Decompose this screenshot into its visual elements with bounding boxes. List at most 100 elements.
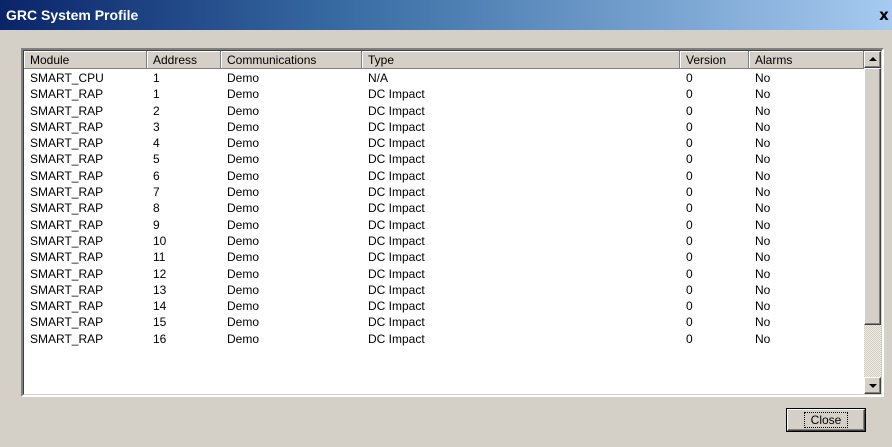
table-row[interactable]: SMART_RAP 3 Demo DC Impact 0 No <box>24 119 864 135</box>
cell-communications: Demo <box>227 71 260 85</box>
cell-alarms: No <box>755 103 771 118</box>
cell-alarms: No <box>755 185 771 200</box>
table-row[interactable]: SMART_RAP 15 Demo DC Impact 0 No <box>24 314 864 330</box>
cell-type: DC Impact <box>368 315 425 330</box>
cell-version: 0 <box>686 152 693 167</box>
cell-version: 0 <box>686 266 693 281</box>
cell-address: 3 <box>153 119 160 134</box>
cell-module: SMART_RAP <box>30 282 104 297</box>
scroll-thumb[interactable] <box>864 68 881 325</box>
column-header-alarms[interactable]: Alarms <box>749 51 864 69</box>
module-list[interactable]: Module Address Communications Type Version Al… <box>21 48 884 397</box>
cell-type: DC Impact <box>368 119 425 134</box>
cell-type: DC Impact <box>368 168 425 183</box>
cell-alarms: No <box>755 217 771 232</box>
table-row[interactable]: SMART_RAP 7 Demo DC Impact 0 No <box>24 184 864 200</box>
cell-alarms: No <box>755 168 771 183</box>
cell-address: 7 <box>153 185 160 200</box>
cell-alarms: No <box>755 87 771 102</box>
cell-alarms: No <box>755 266 771 281</box>
cell-alarms: No <box>755 233 771 248</box>
cell-module: SMART_RAP <box>30 152 104 167</box>
cell-type: DC Impact <box>368 233 425 248</box>
cell-version: 0 <box>686 217 693 232</box>
close-icon[interactable]: x <box>876 6 892 24</box>
cell-module: SMART_RAP <box>30 87 104 102</box>
table-row[interactable]: SMART_RAP 6 Demo DC Impact 0 No <box>24 168 864 184</box>
cell-alarms: No <box>755 315 771 330</box>
column-header-module[interactable]: Module <box>24 51 147 69</box>
cell-module: SMART_RAP <box>30 331 104 346</box>
cell-address: 6 <box>153 168 160 183</box>
cell-communications: Demo <box>227 299 260 314</box>
table-row[interactable]: SMART_RAP 8 Demo DC Impact 0 No <box>24 200 864 216</box>
cell-address: 12 <box>153 266 167 281</box>
column-header-version[interactable]: Version <box>680 51 749 69</box>
cell-module: SMART_RAP <box>30 119 104 134</box>
vertical-scrollbar[interactable] <box>864 51 881 394</box>
cell-version: 0 <box>686 201 693 216</box>
table-row[interactable]: SMART_RAP 4 Demo DC Impact 0 No <box>24 135 864 151</box>
cell-module: SMART_RAP <box>30 266 104 281</box>
cell-address: 9 <box>153 217 160 232</box>
cell-address: 5 <box>153 152 160 167</box>
cell-address: 2 <box>153 103 160 118</box>
cell-module: SMART_RAP <box>30 185 104 200</box>
cell-module: SMART_RAP <box>30 315 104 330</box>
table-row[interactable]: SMART_RAP 5 Demo DC Impact 0 No <box>24 151 864 167</box>
cell-type: DC Impact <box>368 250 425 265</box>
cell-type: N/A <box>368 71 389 85</box>
cell-communications: Demo <box>227 87 260 102</box>
table-row[interactable]: SMART_CPU 1 Demo N/A 0 No <box>24 70 864 86</box>
cell-type: DC Impact <box>368 152 425 167</box>
table-row[interactable]: SMART_RAP 13 Demo DC Impact 0 No <box>24 282 864 298</box>
cell-version: 0 <box>686 299 693 314</box>
cell-communications: Demo <box>227 136 260 151</box>
cell-version: 0 <box>686 250 693 265</box>
cell-communications: Demo <box>227 266 260 281</box>
cell-address: 10 <box>153 233 167 248</box>
table-row[interactable]: SMART_RAP 11 Demo DC Impact 0 No <box>24 249 864 265</box>
table-row[interactable]: SMART_RAP 1 Demo DC Impact 0 No <box>24 86 864 102</box>
cell-type: DC Impact <box>368 299 425 314</box>
column-header-address[interactable]: Address <box>147 51 221 69</box>
cell-type: DC Impact <box>368 217 425 232</box>
scroll-down-button[interactable] <box>864 377 881 394</box>
arrow-up-icon <box>869 57 877 61</box>
close-button-label: Close <box>803 412 849 428</box>
cell-address: 1 <box>153 71 160 85</box>
cell-address: 11 <box>153 250 166 265</box>
cell-communications: Demo <box>227 315 260 330</box>
table-row[interactable]: SMART_RAP 16 Demo DC Impact 0 No <box>24 331 864 347</box>
cell-version: 0 <box>686 185 693 200</box>
cell-module: SMART_RAP <box>30 136 104 151</box>
cell-communications: Demo <box>227 119 260 134</box>
cell-alarms: No <box>755 71 771 85</box>
cell-version: 0 <box>686 103 693 118</box>
column-header-type[interactable]: Type <box>362 51 680 69</box>
cell-communications: Demo <box>227 282 260 297</box>
cell-version: 0 <box>686 119 693 134</box>
table-row[interactable]: SMART_RAP 12 Demo DC Impact 0 No <box>24 266 864 282</box>
cell-version: 0 <box>686 136 693 151</box>
cell-alarms: No <box>755 299 771 314</box>
table-row[interactable]: SMART_RAP 2 Demo DC Impact 0 No <box>24 103 864 119</box>
cell-communications: Demo <box>227 201 260 216</box>
title-bar[interactable]: GRC System Profile x <box>0 0 892 30</box>
table-row[interactable]: SMART_RAP 9 Demo DC Impact 0 No <box>24 217 864 233</box>
column-header-communications[interactable]: Communications <box>221 51 362 69</box>
cell-alarms: No <box>755 250 771 265</box>
close-button[interactable]: Close <box>786 408 866 432</box>
cell-communications: Demo <box>227 217 260 232</box>
cell-address: 15 <box>153 315 167 330</box>
cell-address: 14 <box>153 299 167 314</box>
cell-type: DC Impact <box>368 266 425 281</box>
column-header-row: Module Address Communications Type Version Al… <box>24 51 864 69</box>
table-row[interactable]: SMART_RAP 10 Demo DC Impact 0 No <box>24 233 864 249</box>
cell-version: 0 <box>686 315 693 330</box>
scroll-up-button[interactable] <box>864 51 881 68</box>
cell-module: SMART_RAP <box>30 168 104 183</box>
table-row[interactable]: SMART_RAP 14 Demo DC Impact 0 No <box>24 298 864 314</box>
cell-type: DC Impact <box>368 331 425 346</box>
cell-module: SMART_CPU <box>30 71 104 85</box>
